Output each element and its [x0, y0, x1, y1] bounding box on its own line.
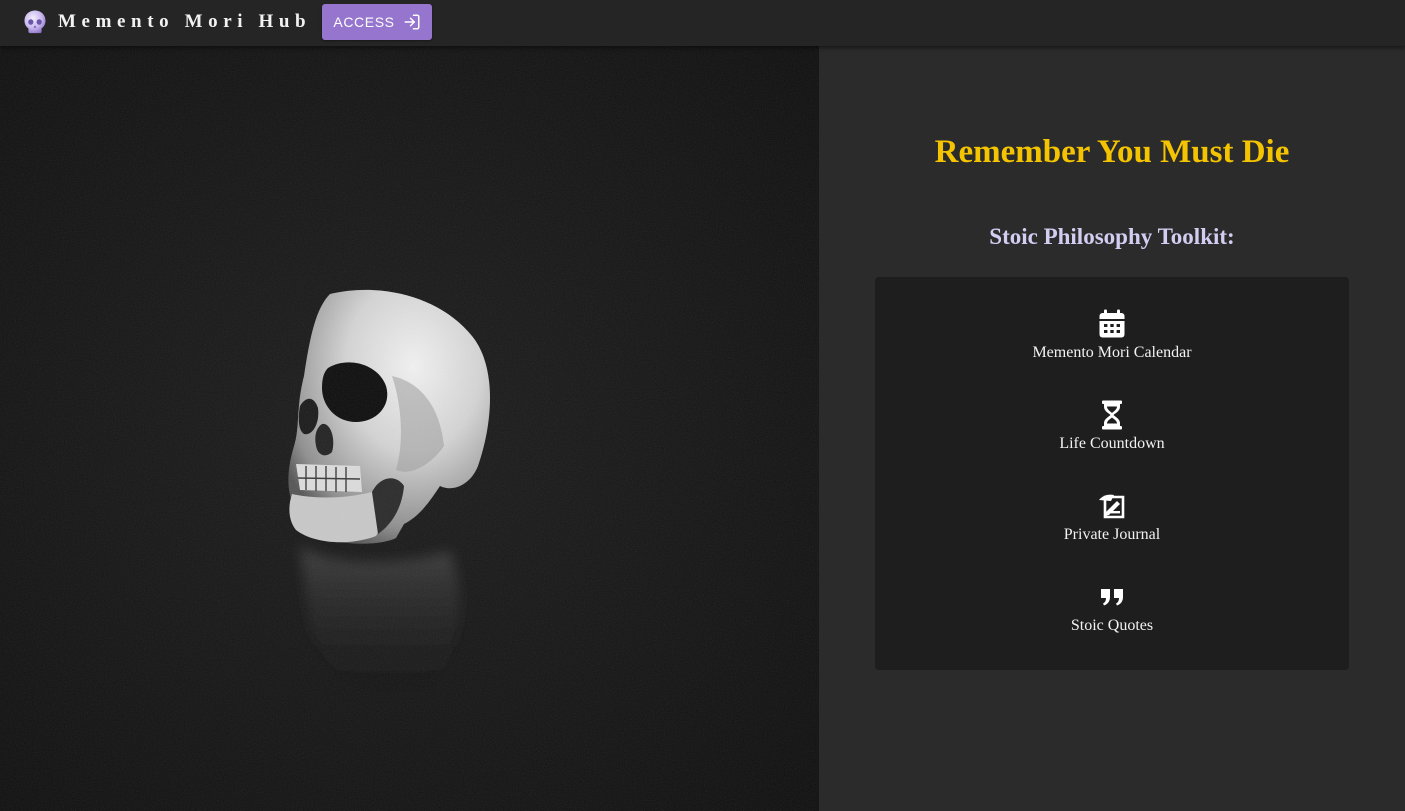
quote-icon [1097, 581, 1127, 613]
toolkit-panel: Remember You Must Die Stoic Philosophy T… [819, 46, 1405, 811]
tool-stoic-quotes[interactable]: Stoic Quotes [875, 581, 1349, 651]
skull-icon [22, 9, 48, 35]
tool-label: Stoic Quotes [1070, 617, 1154, 634]
tool-label: Life Countdown [1059, 435, 1165, 452]
top-app-bar: Memento Mori Hub ACCESS [0, 0, 1405, 46]
tool-label: Private Journal [1063, 526, 1161, 543]
toolkit-card: Memento Mori Calendar Life Countdown Pri… [875, 277, 1349, 670]
tool-label: Memento Mori Calendar [1032, 344, 1192, 361]
brand[interactable]: Memento Mori Hub [22, 8, 311, 36]
tool-private-journal[interactable]: Private Journal [875, 490, 1349, 560]
access-button[interactable]: ACCESS [322, 4, 432, 40]
login-icon [403, 13, 421, 31]
tool-memento-mori-calendar[interactable]: Memento Mori Calendar [875, 308, 1349, 378]
hourglass-icon [1097, 399, 1127, 431]
page-heading: Remember You Must Die [934, 134, 1290, 170]
brand-title: Memento Mori Hub [58, 11, 312, 32]
tool-life-countdown[interactable]: Life Countdown [875, 399, 1349, 469]
journal-icon [1097, 490, 1127, 522]
skull-photo [0, 46, 819, 811]
access-label: ACCESS [333, 14, 395, 30]
calendar-icon [1097, 308, 1127, 340]
toolkit-subheading: Stoic Philosophy Toolkit: [989, 224, 1235, 249]
